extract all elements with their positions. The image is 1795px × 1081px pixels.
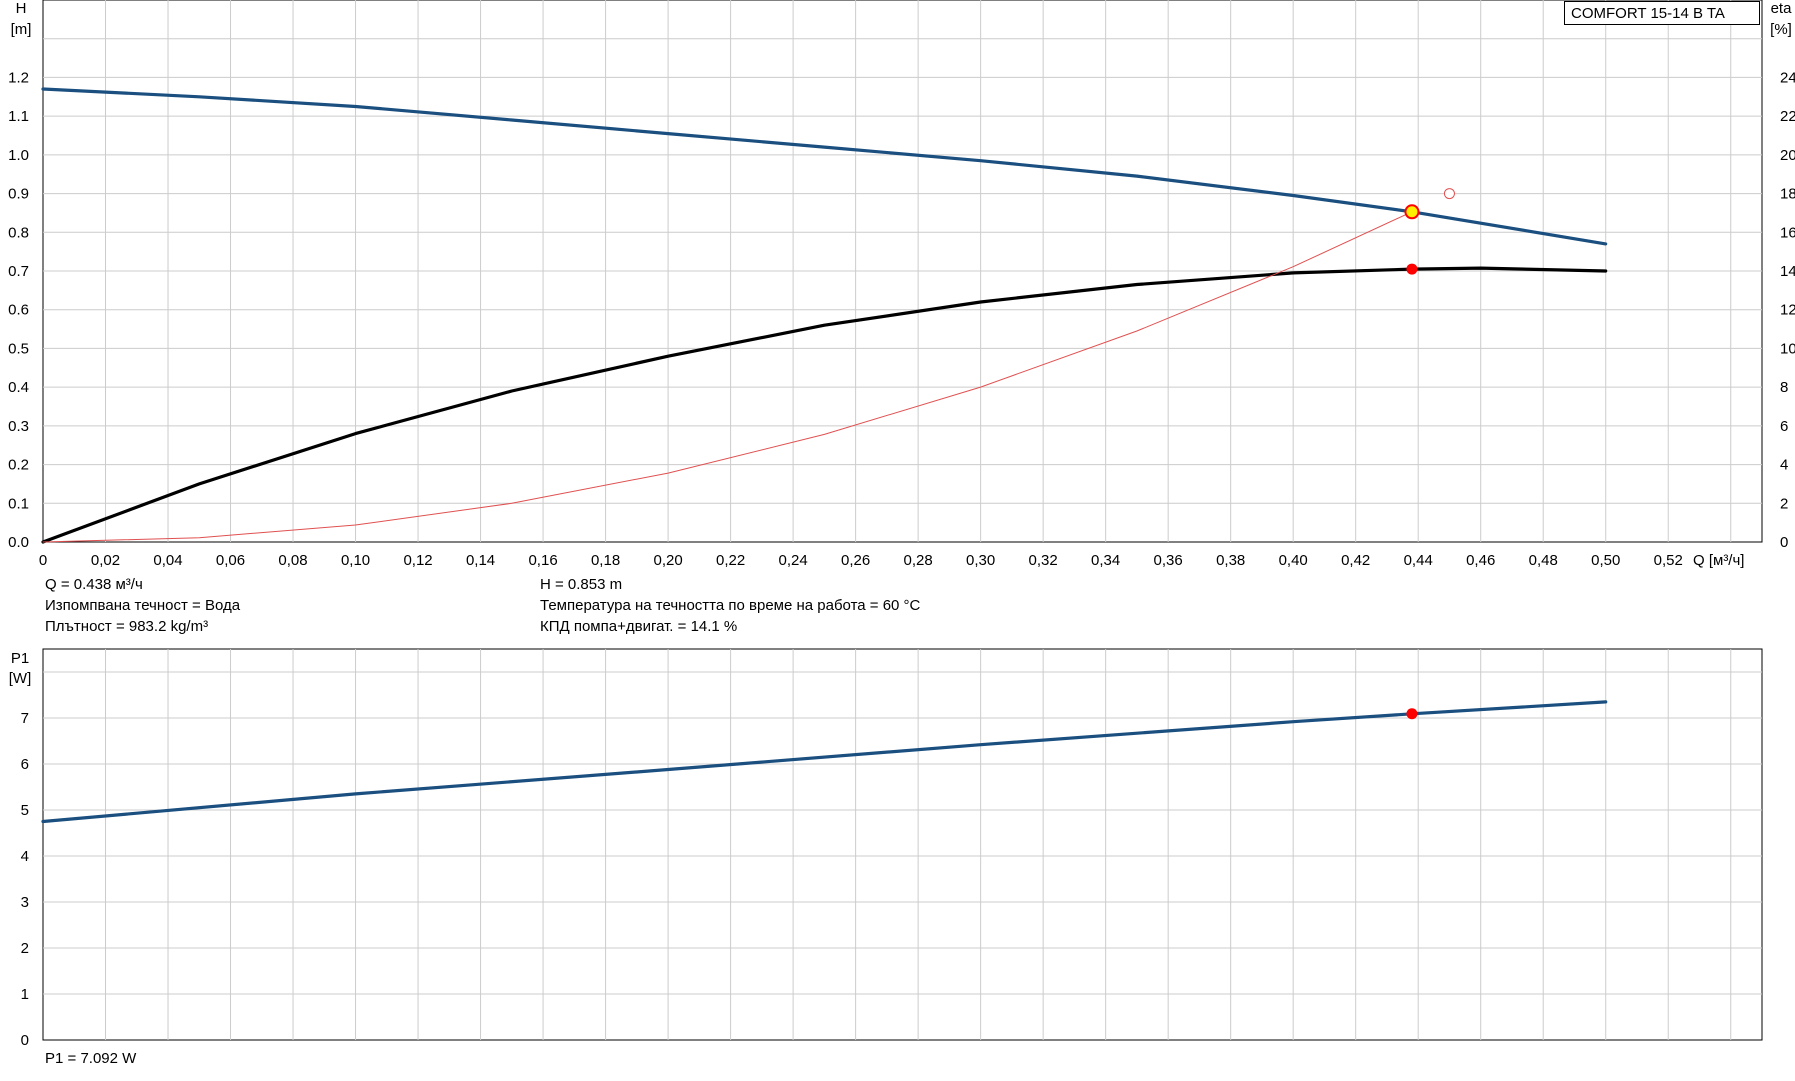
q-tick-label: 0,28 <box>904 552 933 569</box>
p1-tick-label: 6 <box>21 756 29 773</box>
efficiency-value: КПД помпа+двигат. = 14.1 % <box>540 618 738 635</box>
p1-tick-label: 2 <box>21 940 29 957</box>
h-tick-label: 0.0 <box>8 534 29 551</box>
q-tick-label: 0,34 <box>1091 552 1120 569</box>
liquid-temperature: Температура на течността по време на раб… <box>540 597 921 614</box>
p1-tick-label: 0 <box>21 1032 29 1049</box>
pumped-liquid: Изпомпвана течност = Вода <box>45 597 241 614</box>
p1-tick-label: 3 <box>21 894 29 911</box>
eta-tick-label: 12 <box>1780 302 1795 319</box>
q-tick-label: 0,44 <box>1404 552 1433 569</box>
h-tick-label: 0.7 <box>8 263 29 280</box>
q-tick-label: 0,24 <box>779 552 808 569</box>
q-tick-label: 0,04 <box>153 552 182 569</box>
eta-tick-label: 2 <box>1780 495 1788 512</box>
eta-axis-unit: [%] <box>1770 21 1792 38</box>
eta-tick-label: 16 <box>1780 224 1795 241</box>
q-tick-label: 0,10 <box>341 552 370 569</box>
performance-grid <box>42 0 1763 543</box>
q-tick-label: 0,06 <box>216 552 245 569</box>
h-tick-label: 0.6 <box>8 302 29 319</box>
eta-tick-label: 18 <box>1780 186 1795 203</box>
p1-tick-label: 7 <box>21 710 29 727</box>
eta-tick-label: 24 <box>1780 69 1795 86</box>
q-tick-label: 0,26 <box>841 552 870 569</box>
q-tick-label: 0,38 <box>1216 552 1245 569</box>
eta-tick-label: 6 <box>1780 418 1788 435</box>
q-tick-label: 0,36 <box>1154 552 1183 569</box>
q-tick-label: 0,40 <box>1279 552 1308 569</box>
q-tick-label: 0,18 <box>591 552 620 569</box>
h-tick-label: 1.0 <box>8 147 29 164</box>
h-tick-label: 0.4 <box>8 379 29 396</box>
h-tick-label: 1.1 <box>8 108 29 125</box>
p1-tick-label: 1 <box>21 986 29 1003</box>
eta-tick-label: 8 <box>1780 379 1788 396</box>
q-tick-label: 0,42 <box>1341 552 1370 569</box>
h-tick-label: 0.8 <box>8 224 29 241</box>
eta-tick-label: 20 <box>1780 147 1795 164</box>
h-tick-label: 0.2 <box>8 457 29 474</box>
q-tick-label: 0,16 <box>528 552 557 569</box>
pump-curve-chart: 0 0,02 0,04 0,06 0,08 0,10 0,12 0,14 0,16 0,18 0,2… <box>8 0 1795 1049</box>
power-tick-labels: 0 1 2 3 4 5 6 7 <box>21 710 29 1049</box>
eta-tick-label: 14 <box>1780 263 1795 280</box>
head-value: H = 0.853 m <box>540 576 623 593</box>
q-tick-label: 0,52 <box>1654 552 1683 569</box>
eta-tick-label: 22 <box>1780 108 1795 125</box>
q-tick-label: 0,48 <box>1529 552 1558 569</box>
q-tick-label: 0 <box>39 552 47 569</box>
p1-duty-point <box>1406 708 1418 720</box>
eta-tick-label: 4 <box>1780 457 1788 474</box>
q-tick-label: 0,22 <box>716 552 745 569</box>
pump-name: COMFORT 15-14 B TA <box>1571 5 1725 22</box>
eta-tick-label: 0 <box>1780 534 1788 551</box>
head-duty-point <box>1404 204 1420 220</box>
h-tick-label: 0.9 <box>8 186 29 203</box>
eta-tick-label: 10 <box>1780 340 1795 357</box>
eta-axis-title: eta <box>1771 0 1793 17</box>
p1-axis-title: P1 <box>11 650 29 667</box>
pump-name-box: COMFORT 15-14 B TA <box>1564 1 1760 25</box>
q-axis-title: Q [м³/ч] <box>1693 552 1744 569</box>
q-tick-label: 0,50 <box>1591 552 1620 569</box>
h-axis-title: H <box>16 0 27 17</box>
h-tick-label: 1.2 <box>8 69 29 86</box>
flow-value: Q = 0.438 м³/ч <box>45 576 143 593</box>
h-tick-label: 0.3 <box>8 418 29 435</box>
density-value: Плътност = 983.2 kg/m³ <box>45 618 209 635</box>
requested-duty-point <box>1443 188 1455 200</box>
h-tick-label: 0.5 <box>8 340 29 357</box>
q-tick-label: 0,08 <box>278 552 307 569</box>
efficiency-duty-point <box>1406 263 1418 275</box>
q-tick-label: 0,32 <box>1029 552 1058 569</box>
q-tick-label: 0,46 <box>1466 552 1495 569</box>
q-tick-label: 0,02 <box>91 552 120 569</box>
p1-tick-label: 4 <box>21 848 29 865</box>
p1-tick-label: 5 <box>21 802 29 819</box>
h-axis-unit: [m] <box>11 21 32 38</box>
q-tick-label: 0,30 <box>966 552 995 569</box>
q-tick-label: 0,20 <box>653 552 682 569</box>
p1-axis-unit: [W] <box>9 670 32 687</box>
h-tick-label: 0.1 <box>8 495 29 512</box>
p1-value: P1 = 7.092 W <box>45 1050 137 1067</box>
q-tick-label: 0,12 <box>403 552 432 569</box>
q-tick-label: 0,14 <box>466 552 495 569</box>
